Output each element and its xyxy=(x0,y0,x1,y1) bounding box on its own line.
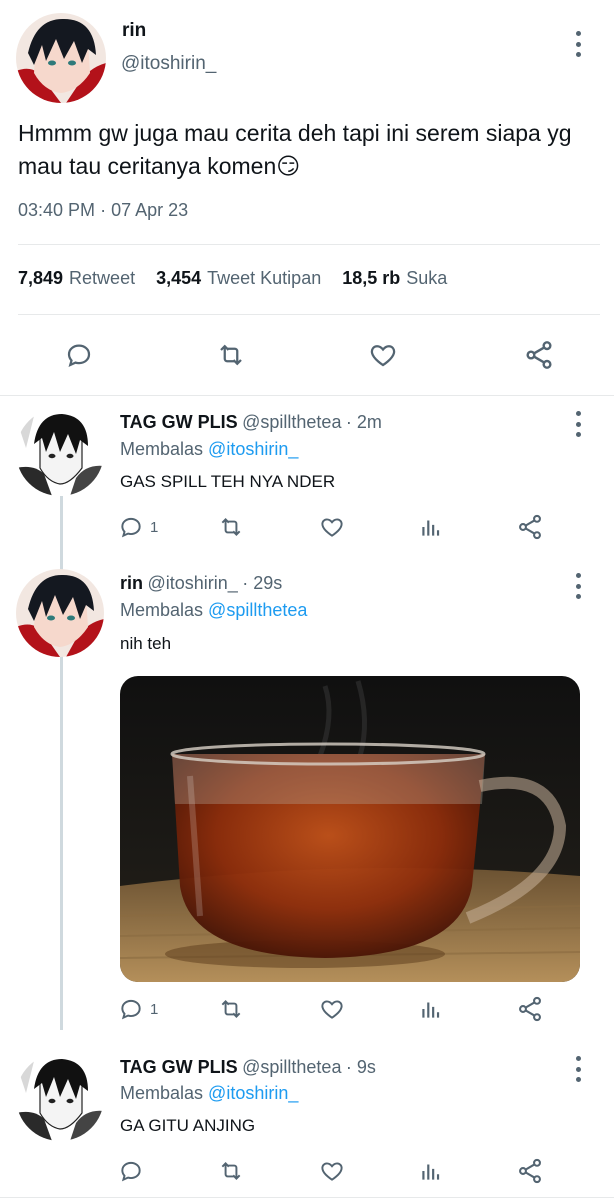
quote-label: Tweet Kutipan xyxy=(207,268,322,288)
analytics-icon xyxy=(422,1002,440,1018)
share-icon xyxy=(526,341,552,369)
like-count: 18,5 rb xyxy=(342,268,401,288)
reply-header: TAG GW PLIS @spillthetea · 2m xyxy=(120,412,382,433)
avatar[interactable] xyxy=(16,569,104,657)
reply-bubble-icon xyxy=(121,999,141,1020)
like-stat[interactable]: 18,5 rb Suka xyxy=(342,268,447,289)
share-icon xyxy=(519,514,541,540)
replying-to: Membalas @itoshirin_ xyxy=(120,439,298,460)
analytics-icon xyxy=(422,1164,440,1180)
divider xyxy=(18,244,600,245)
retweet-stat[interactable]: 7,849 Retweet xyxy=(18,268,135,289)
analytics-button[interactable] xyxy=(418,1156,444,1186)
replying-to-link[interactable]: @itoshirin_ xyxy=(208,439,298,459)
retweet-icon xyxy=(221,518,241,536)
tweet-time: 03:40 PM xyxy=(18,200,96,220)
reply-author-handle[interactable]: @spillthetea xyxy=(242,412,341,432)
analytics-icon xyxy=(422,520,440,536)
tweet-date: 07 Apr 23 xyxy=(111,200,189,220)
tweet-stats: 7,849 Retweet 3,454 Tweet Kutipan 18,5 rb S… xyxy=(18,268,447,289)
section-divider xyxy=(0,395,614,396)
reply-bubble-icon xyxy=(121,517,141,538)
reply-button[interactable]: 1 xyxy=(118,994,158,1024)
quote-count: 3,454 xyxy=(156,268,202,288)
avatar[interactable] xyxy=(16,1053,104,1141)
heart-icon xyxy=(370,345,396,367)
more-vertical-icon[interactable] xyxy=(573,573,583,599)
reply-time: · 29s xyxy=(242,573,283,593)
share-button[interactable] xyxy=(516,994,544,1024)
like-button[interactable] xyxy=(318,512,346,542)
share-button[interactable] xyxy=(516,512,544,542)
reply-author-name[interactable]: TAG GW PLIS xyxy=(120,412,238,432)
more-vertical-icon[interactable] xyxy=(573,411,583,437)
like-button[interactable] xyxy=(318,1156,346,1186)
share-icon xyxy=(519,1158,541,1184)
reply-time: · 9s xyxy=(345,1057,376,1077)
heart-icon xyxy=(321,1000,343,1019)
retweet-label: Retweet xyxy=(69,268,136,288)
analytics-button[interactable] xyxy=(418,994,444,1024)
more-vertical-icon[interactable] xyxy=(573,31,583,57)
retweet-button[interactable] xyxy=(216,994,246,1024)
reply-button[interactable]: 1 xyxy=(118,512,158,542)
author-handle[interactable]: @itoshirin_ xyxy=(121,53,216,75)
smirk-emoji: 😏 xyxy=(276,153,301,179)
meta-separator: · xyxy=(100,200,107,220)
reply-text: GAS SPILL TEH NYA NDER xyxy=(120,472,336,491)
reply-bubble-icon xyxy=(121,1161,141,1182)
replying-to-link[interactable]: @spillthetea xyxy=(208,600,307,620)
avatar[interactable] xyxy=(16,13,106,103)
retweet-button[interactable] xyxy=(216,512,246,542)
analytics-button[interactable] xyxy=(418,512,444,542)
reply-count: 1 xyxy=(150,518,159,536)
tweet-timestamp[interactable]: 03:40 PM · 07 Apr 23 xyxy=(18,200,188,221)
share-button[interactable] xyxy=(518,338,560,372)
reply-header: rin @itoshirin_ · 29s xyxy=(120,573,282,594)
replying-to-link[interactable]: @itoshirin_ xyxy=(208,1083,298,1103)
reply-header: TAG GW PLIS @spillthetea · 9s xyxy=(120,1057,376,1078)
reply-time: · 2m xyxy=(345,412,382,432)
reply-button[interactable] xyxy=(118,1156,144,1186)
like-button[interactable] xyxy=(318,994,346,1024)
reply-button[interactable] xyxy=(58,338,100,372)
share-icon xyxy=(519,996,541,1022)
share-button[interactable] xyxy=(516,1156,544,1186)
reply-author-handle[interactable]: @spillthetea xyxy=(242,1057,341,1077)
replying-label: Membalas xyxy=(120,600,204,620)
reply-text: nih teh xyxy=(120,634,172,653)
retweet-icon xyxy=(220,344,242,366)
reply-author-name[interactable]: rin xyxy=(120,573,143,593)
reply-text: GA GITU ANJING xyxy=(120,1116,256,1135)
replying-to: Membalas @spillthetea xyxy=(120,600,307,621)
heart-icon xyxy=(321,1162,343,1181)
tweet-text: Hmmm gw juga mau cerita deh tapi ini ser… xyxy=(18,117,608,183)
tea-photo[interactable] xyxy=(120,676,580,982)
divider xyxy=(18,314,600,315)
reply-count: 1 xyxy=(150,1000,159,1018)
retweet-button[interactable] xyxy=(216,1156,246,1186)
like-label: Suka xyxy=(406,268,448,288)
retweet-icon xyxy=(221,1000,241,1018)
replying-to: Membalas @itoshirin_ xyxy=(120,1083,298,1104)
retweet-icon xyxy=(221,1162,241,1180)
reply-bubble-icon xyxy=(67,344,91,368)
quote-stat[interactable]: 3,454 Tweet Kutipan xyxy=(156,268,321,289)
retweet-count: 7,849 xyxy=(18,268,64,288)
reply-author-handle[interactable]: @itoshirin_ xyxy=(147,573,237,593)
heart-icon xyxy=(321,518,343,537)
replying-label: Membalas xyxy=(120,1083,204,1103)
section-divider xyxy=(0,1197,614,1198)
more-vertical-icon[interactable] xyxy=(573,1056,583,1082)
author-name[interactable]: rin xyxy=(122,20,146,42)
reply-author-name[interactable]: TAG GW PLIS xyxy=(120,1057,238,1077)
replying-label: Membalas xyxy=(120,439,204,459)
avatar[interactable] xyxy=(16,408,104,496)
like-button[interactable] xyxy=(362,338,404,372)
retweet-button[interactable] xyxy=(210,338,252,372)
